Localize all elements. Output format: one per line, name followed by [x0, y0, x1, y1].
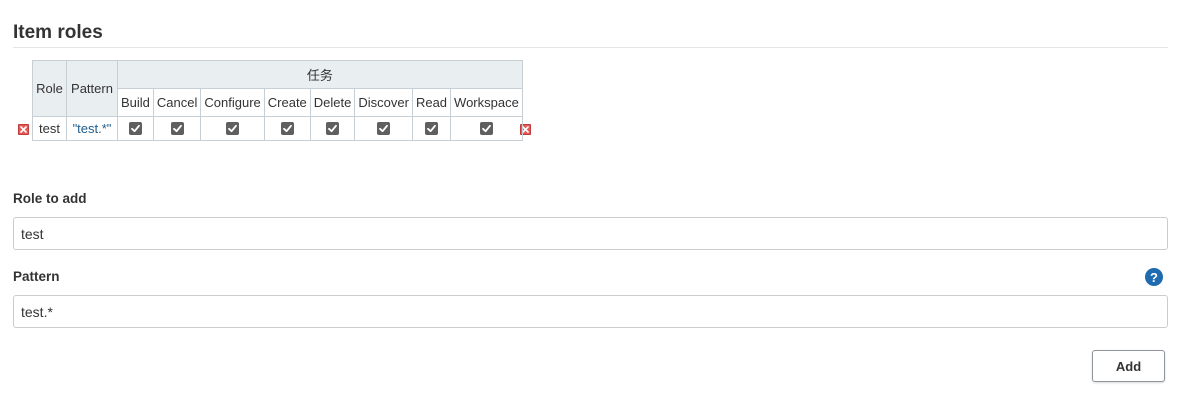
pattern-label: Pattern — [13, 269, 60, 284]
permission-group-header: 任务 — [117, 60, 523, 89]
section-title: Item roles — [13, 22, 103, 43]
role-name-cell: test — [32, 116, 67, 141]
permission-cell — [117, 116, 154, 141]
permission-header-read: Read — [411, 88, 452, 117]
table-header-row: Role Pattern 任务 — [32, 60, 523, 117]
permission-checkbox-discover[interactable] — [377, 122, 391, 136]
role-column-header: Role — [32, 60, 67, 117]
help-icon[interactable]: ? — [1145, 268, 1163, 286]
pattern-input[interactable] — [13, 295, 1168, 328]
permission-header-workspace: Workspace — [450, 88, 523, 117]
permission-header-delete: Delete — [309, 88, 356, 117]
add-button[interactable]: Add — [1092, 350, 1165, 382]
role-rows: test "test.*" — [32, 116, 523, 141]
permission-header-configure: Configure — [200, 88, 265, 117]
role-to-add-label: Role to add — [13, 191, 87, 206]
permission-cell — [450, 116, 523, 141]
permission-checkbox-read[interactable] — [424, 122, 438, 136]
role-to-add-input[interactable] — [13, 217, 1168, 250]
permission-checkbox-build[interactable] — [128, 122, 142, 136]
permission-header-create: Create — [263, 88, 311, 117]
permission-checkbox-workspace[interactable] — [479, 122, 493, 136]
role-pattern-cell: "test.*" — [66, 116, 118, 141]
permission-cell — [263, 116, 311, 141]
permission-checkbox-delete[interactable] — [326, 122, 340, 136]
permission-cell — [200, 116, 265, 141]
pattern-column-header: Pattern — [66, 60, 118, 117]
permission-checkbox-configure[interactable] — [226, 122, 240, 136]
permission-header-cancel: Cancel — [152, 88, 202, 117]
delete-row-left-icon[interactable] — [18, 124, 29, 135]
section-divider — [13, 47, 1168, 48]
permission-checkbox-cancel[interactable] — [170, 122, 184, 136]
permission-checkbox-create[interactable] — [280, 122, 294, 136]
permission-cell — [152, 116, 202, 141]
permission-cell — [411, 116, 452, 141]
permission-header-build: Build — [117, 88, 154, 117]
permission-cell — [354, 116, 413, 141]
table-row: test "test.*" — [32, 116, 523, 141]
permission-header-discover: Discover — [354, 88, 413, 117]
item-roles-table: Role Pattern 任务 Build Cancel Configure Crea… — [32, 60, 523, 141]
permission-cell — [309, 116, 356, 141]
